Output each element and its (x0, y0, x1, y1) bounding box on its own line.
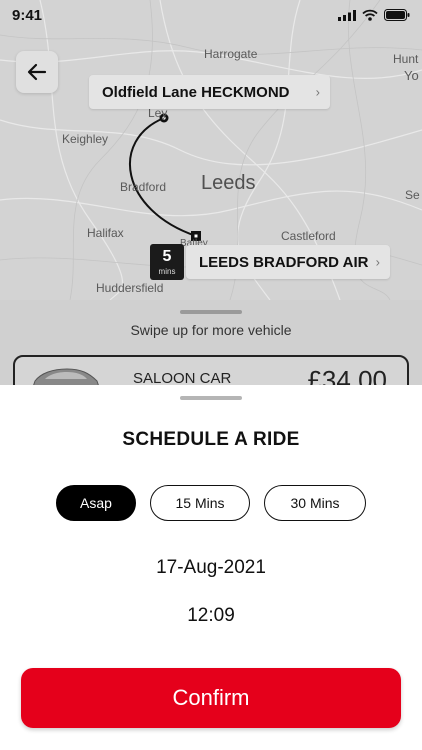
chevron-right-icon: › (315, 84, 320, 100)
pickup-label: Oldfield Lane HECKMOND (102, 83, 290, 101)
vehicle-sheet-handle[interactable] (180, 310, 242, 314)
map-label-halifax: Halifax (87, 226, 124, 240)
pickup-location-chip[interactable]: Oldfield Lane HECKMOND › (89, 75, 330, 109)
status-bar: 9:41 (0, 0, 422, 34)
schedule-time[interactable]: 12:09 (0, 605, 422, 627)
schedule-title: SCHEDULE A RIDE (122, 429, 300, 450)
dropoff-label: LEEDS BRADFORD AIR (199, 253, 369, 271)
option-asap[interactable]: Asap (56, 485, 136, 521)
map-label-harrogate: Harrogate (204, 47, 258, 61)
eta-value: 5 (162, 248, 172, 265)
eta-badge: 5 mins (150, 244, 184, 280)
dropoff-location-chip[interactable]: LEEDS BRADFORD AIR › (186, 245, 390, 279)
schedule-sheet: SCHEDULE A RIDE Asap 15 Mins 30 Mins 17-… (0, 385, 422, 750)
schedule-date[interactable]: 17-Aug-2021 (0, 557, 422, 579)
wifi-icon (362, 9, 378, 21)
option-30-mins[interactable]: 30 Mins (264, 485, 366, 521)
schedule-options: Asap 15 Mins 30 Mins (56, 485, 366, 521)
chevron-right-icon: › (375, 254, 380, 270)
status-time: 9:41 (12, 7, 43, 24)
battery-icon (384, 9, 410, 21)
arrow-left-icon (27, 63, 47, 81)
vehicle-sheet: Swipe up for more vehicle SALOON CAR £34… (0, 300, 422, 405)
signal-icon (338, 9, 356, 21)
swipe-hint: Swipe up for more vehicle (130, 322, 292, 338)
map-label-yo: Yo (404, 68, 419, 83)
eta-unit: mins (158, 267, 176, 276)
map-view[interactable]: Harrogate Hunt Yo Ley Keighley Bradford … (0, 0, 422, 300)
map-label-castleford: Castleford (281, 229, 336, 243)
map-label-huddersfield: Huddersfield (96, 281, 164, 295)
option-15-mins[interactable]: 15 Mins (150, 485, 250, 521)
confirm-button[interactable]: Confirm (21, 668, 401, 728)
back-button[interactable] (16, 51, 58, 93)
status-icons (338, 9, 410, 21)
schedule-sheet-handle[interactable] (180, 396, 242, 400)
map-label-se: Se (405, 188, 420, 202)
map-label-hunt: Hunt (393, 52, 419, 66)
route-line (129, 117, 197, 237)
map-label-leeds: Leeds (201, 172, 256, 194)
map-label-keighley: Keighley (62, 132, 109, 146)
map-label-bradford: Bradford (120, 180, 167, 194)
